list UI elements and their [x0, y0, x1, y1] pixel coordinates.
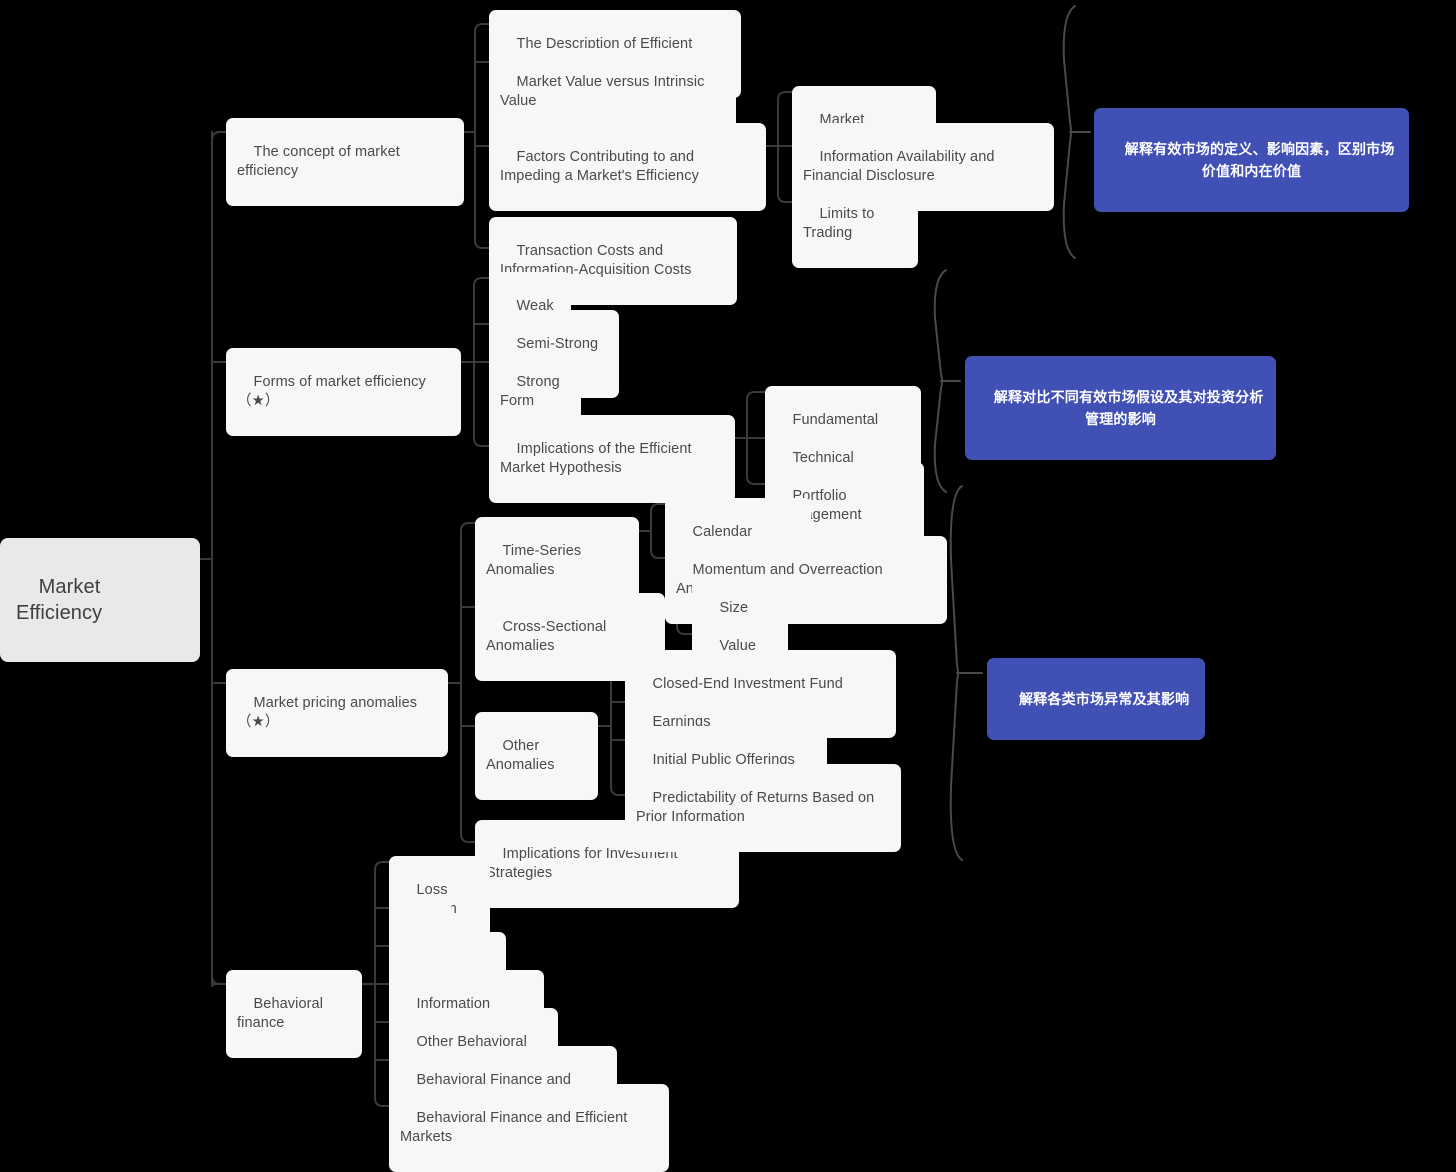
- root-node-label: Market Efficiency: [16, 576, 107, 624]
- branch-node-label: Behavioral finance: [237, 996, 328, 1031]
- node-label: Time-Series Anomalies: [486, 543, 585, 578]
- node-other-anomalies[interactable]: Other Anomalies: [475, 712, 598, 800]
- node-label: Implications of the Efficient Market Hyp…: [500, 441, 696, 476]
- node-factors-efficiency[interactable]: Factors Contributing to and Impeding a M…: [489, 123, 766, 211]
- node-label: Predictability of Returns Based on Prior…: [636, 790, 879, 825]
- summary-note-label: 解释各类市场异常及其影响: [1018, 691, 1190, 707]
- summary-note-concept[interactable]: 解释有效市场的定义、影响因素，区别市场价值和内在价值: [1094, 108, 1409, 212]
- root-node[interactable]: Market Efficiency: [0, 538, 200, 662]
- node-label: Factors Contributing to and Impeding a M…: [500, 149, 699, 184]
- node-time-series-anomalies[interactable]: Time-Series Anomalies: [475, 517, 639, 605]
- node-implications-emh[interactable]: Implications of the Efficient Market Hyp…: [489, 415, 735, 503]
- node-limits-to-trading[interactable]: Limits to Trading: [792, 180, 918, 268]
- summary-note-label: 解释有效市场的定义、影响因素，区别市场价值和内在价值: [1124, 141, 1395, 179]
- node-behavioral-finance-efficient-markets[interactable]: Behavioral Finance and Efficient Markets: [389, 1084, 669, 1172]
- branch-node-anomalies[interactable]: Market pricing anomalies（★）: [226, 669, 448, 757]
- summary-note-forms[interactable]: 解释对比不同有效市场假设及其对投资分析管理的影响: [965, 356, 1276, 460]
- branch-node-behavioral[interactable]: Behavioral finance: [226, 970, 362, 1058]
- node-label: Cross-Sectional Anomalies: [486, 619, 610, 654]
- branch-node-label: Market pricing anomalies（★）: [237, 695, 418, 730]
- branch-node-label: Forms of market efficiency（★）: [237, 374, 426, 409]
- branch-node-forms[interactable]: Forms of market efficiency（★）: [226, 348, 461, 436]
- mindmap-canvas: Market Efficiency The concept of market …: [0, 0, 1456, 1172]
- branch-node-label: The concept of market efficiency: [237, 144, 405, 179]
- node-label: Other Anomalies: [486, 738, 555, 773]
- summary-note-anomalies[interactable]: 解释各类市场异常及其影响: [987, 658, 1205, 740]
- node-label: Market Value versus Intrinsic Value: [500, 74, 709, 109]
- node-predictability-of-returns[interactable]: Predictability of Returns Based on Prior…: [625, 764, 901, 852]
- summary-note-label: 解释对比不同有效市场假设及其对投资分析管理的影响: [993, 389, 1264, 427]
- node-label: Behavioral Finance and Efficient Markets: [400, 1110, 632, 1145]
- branch-node-concept[interactable]: The concept of market efficiency: [226, 118, 464, 206]
- node-label: Information Availability and Financial D…: [803, 149, 999, 184]
- node-label: Limits to Trading: [803, 206, 879, 241]
- node-label: Strong Form: [500, 374, 564, 409]
